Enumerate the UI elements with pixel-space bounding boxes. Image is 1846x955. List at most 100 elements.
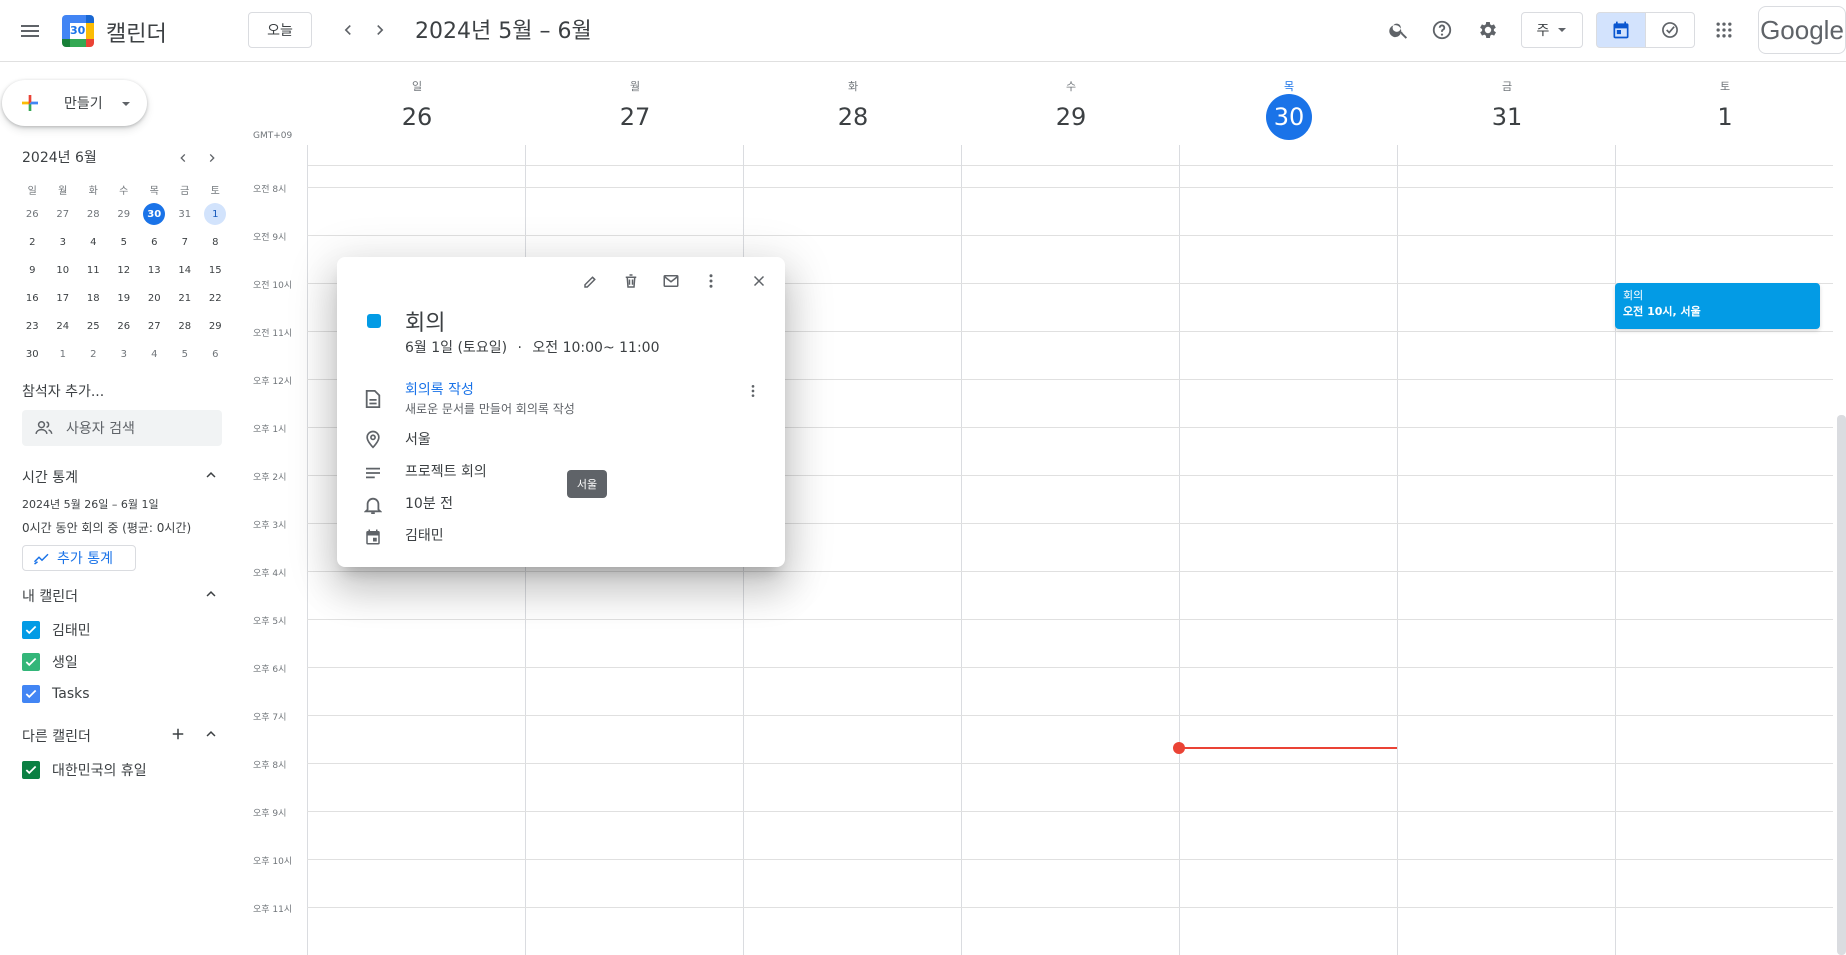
mini-day[interactable]: 10 xyxy=(48,256,79,284)
calendar-item-korea-holidays[interactable]: 대한민국의 휴일 xyxy=(22,760,147,780)
mini-day[interactable]: 21 xyxy=(170,284,201,312)
mini-day[interactable]: 24 xyxy=(48,312,79,340)
hour-label: 오전 11시 xyxy=(253,329,293,339)
mini-day[interactable]: 11 xyxy=(78,256,109,284)
mini-day-label: 30 xyxy=(25,348,39,360)
mini-day-label: 18 xyxy=(86,292,100,304)
more-options-button[interactable] xyxy=(699,269,723,293)
mini-day[interactable]: 18 xyxy=(78,284,109,312)
mini-next-month-button[interactable] xyxy=(200,146,224,170)
mini-day[interactable]: 6 xyxy=(139,228,170,256)
more-insights-button[interactable]: 추가 통계 xyxy=(22,545,136,571)
notes-more-button[interactable] xyxy=(741,379,765,403)
mini-day[interactable]: 27 xyxy=(48,200,79,228)
day-number[interactable]: 26 xyxy=(394,94,440,140)
mini-day[interactable]: 8 xyxy=(200,228,231,256)
mini-day[interactable]: 29 xyxy=(109,200,140,228)
help-button[interactable] xyxy=(1422,10,1462,50)
mini-day[interactable]: 27 xyxy=(139,312,170,340)
mini-day[interactable]: 5 xyxy=(170,340,201,368)
view-switcher[interactable]: 주 xyxy=(1521,12,1583,48)
next-week-button[interactable] xyxy=(360,10,400,50)
calendar-item-birthdays[interactable]: 생일 xyxy=(22,652,78,672)
day-number[interactable]: 29 xyxy=(1048,94,1094,140)
main-menu-button[interactable] xyxy=(10,11,50,51)
take-notes-link[interactable]: 회의록 작성 xyxy=(405,379,474,399)
day-number[interactable]: 31 xyxy=(1484,94,1530,140)
mini-day[interactable]: 3 xyxy=(109,340,140,368)
my-calendars-toggle[interactable] xyxy=(199,582,223,606)
edit-event-button[interactable] xyxy=(579,269,603,293)
close-popup-button[interactable] xyxy=(747,269,771,293)
mini-day[interactable]: 6 xyxy=(200,340,231,368)
mini-day[interactable]: 28 xyxy=(78,200,109,228)
checkbox-checked-icon[interactable] xyxy=(22,621,40,639)
mini-day[interactable]: 26 xyxy=(109,312,140,340)
mini-day-today[interactable]: 30 xyxy=(139,200,170,228)
mini-day[interactable]: 7 xyxy=(170,228,201,256)
mini-day[interactable]: 31 xyxy=(170,200,201,228)
mini-day[interactable]: 2 xyxy=(78,340,109,368)
popup-event-date: 6월 1일 (토요일) xyxy=(405,340,508,356)
mini-day[interactable]: 29 xyxy=(200,312,231,340)
day-header-fri[interactable]: 금 31 xyxy=(1398,78,1616,140)
checkbox-checked-icon[interactable] xyxy=(22,685,40,703)
checkbox-checked-icon[interactable] xyxy=(22,653,40,671)
time-insights-toggle[interactable] xyxy=(199,463,223,487)
mini-prev-month-button[interactable] xyxy=(171,146,195,170)
day-header-mon[interactable]: 월 27 xyxy=(526,78,744,140)
other-calendars-toggle[interactable] xyxy=(199,722,223,746)
mini-day[interactable]: 4 xyxy=(78,228,109,256)
calendar-logo[interactable]: 30 xyxy=(62,15,94,47)
add-other-calendar-button[interactable] xyxy=(166,722,190,746)
mini-day[interactable]: 16 xyxy=(17,284,48,312)
day-number-today[interactable]: 30 xyxy=(1266,94,1312,140)
mini-day[interactable]: 20 xyxy=(139,284,170,312)
mini-day[interactable]: 26 xyxy=(17,200,48,228)
create-button[interactable]: 만들기 xyxy=(2,80,147,126)
settings-button[interactable] xyxy=(1468,10,1508,50)
delete-event-button[interactable] xyxy=(619,269,643,293)
popup-location[interactable]: 서울 xyxy=(405,429,431,449)
popup-event-time: 오전 10:00~ 11:00 xyxy=(532,340,660,356)
day-header-sat[interactable]: 토1 xyxy=(1616,78,1834,140)
google-account-logo[interactable]: Google xyxy=(1758,6,1846,54)
mini-day[interactable]: 3 xyxy=(48,228,79,256)
mini-day[interactable]: 12 xyxy=(109,256,140,284)
mini-day[interactable]: 25 xyxy=(78,312,109,340)
mini-day-selected[interactable]: 1 xyxy=(200,200,231,228)
mini-day[interactable]: 23 xyxy=(17,312,48,340)
day-header-thu-today[interactable]: 목 30 xyxy=(1180,78,1398,140)
day-header-sun[interactable]: 일 26 xyxy=(308,78,526,140)
day-header-tue[interactable]: 화 28 xyxy=(744,78,962,140)
calendar-item-tasks[interactable]: Tasks xyxy=(22,684,90,704)
event-chip-meeting[interactable]: 회의 오전 10시, 서울 xyxy=(1615,283,1820,329)
checkbox-checked-icon[interactable] xyxy=(22,761,40,779)
mini-day[interactable]: 4 xyxy=(139,340,170,368)
calendar-mode-button[interactable] xyxy=(1596,12,1646,48)
mini-day[interactable]: 19 xyxy=(109,284,140,312)
day-header-wed[interactable]: 수 29 xyxy=(962,78,1180,140)
grid-scrollbar[interactable] xyxy=(1837,415,1846,955)
day-number[interactable]: 28 xyxy=(830,94,876,140)
day-number[interactable]: 27 xyxy=(612,94,658,140)
calendar-item-kimtaemin[interactable]: 김태민 xyxy=(22,620,91,640)
mini-day[interactable]: 28 xyxy=(170,312,201,340)
day-number[interactable]: 1 xyxy=(1702,94,1748,140)
people-search-input[interactable]: 사용자 검색 xyxy=(22,410,222,446)
mini-day[interactable]: 5 xyxy=(109,228,140,256)
today-button[interactable]: 오늘 xyxy=(248,12,312,48)
mini-day[interactable]: 15 xyxy=(200,256,231,284)
mini-day[interactable]: 9 xyxy=(17,256,48,284)
mini-day[interactable]: 14 xyxy=(170,256,201,284)
mini-day[interactable]: 2 xyxy=(17,228,48,256)
email-guests-button[interactable] xyxy=(659,269,683,293)
mini-day[interactable]: 17 xyxy=(48,284,79,312)
mini-day[interactable]: 22 xyxy=(200,284,231,312)
tasks-mode-button[interactable] xyxy=(1645,12,1695,48)
search-button[interactable] xyxy=(1379,10,1419,50)
mini-day[interactable]: 1 xyxy=(48,340,79,368)
apps-button[interactable] xyxy=(1704,10,1744,50)
mini-day[interactable]: 13 xyxy=(139,256,170,284)
mini-day[interactable]: 30 xyxy=(17,340,48,368)
